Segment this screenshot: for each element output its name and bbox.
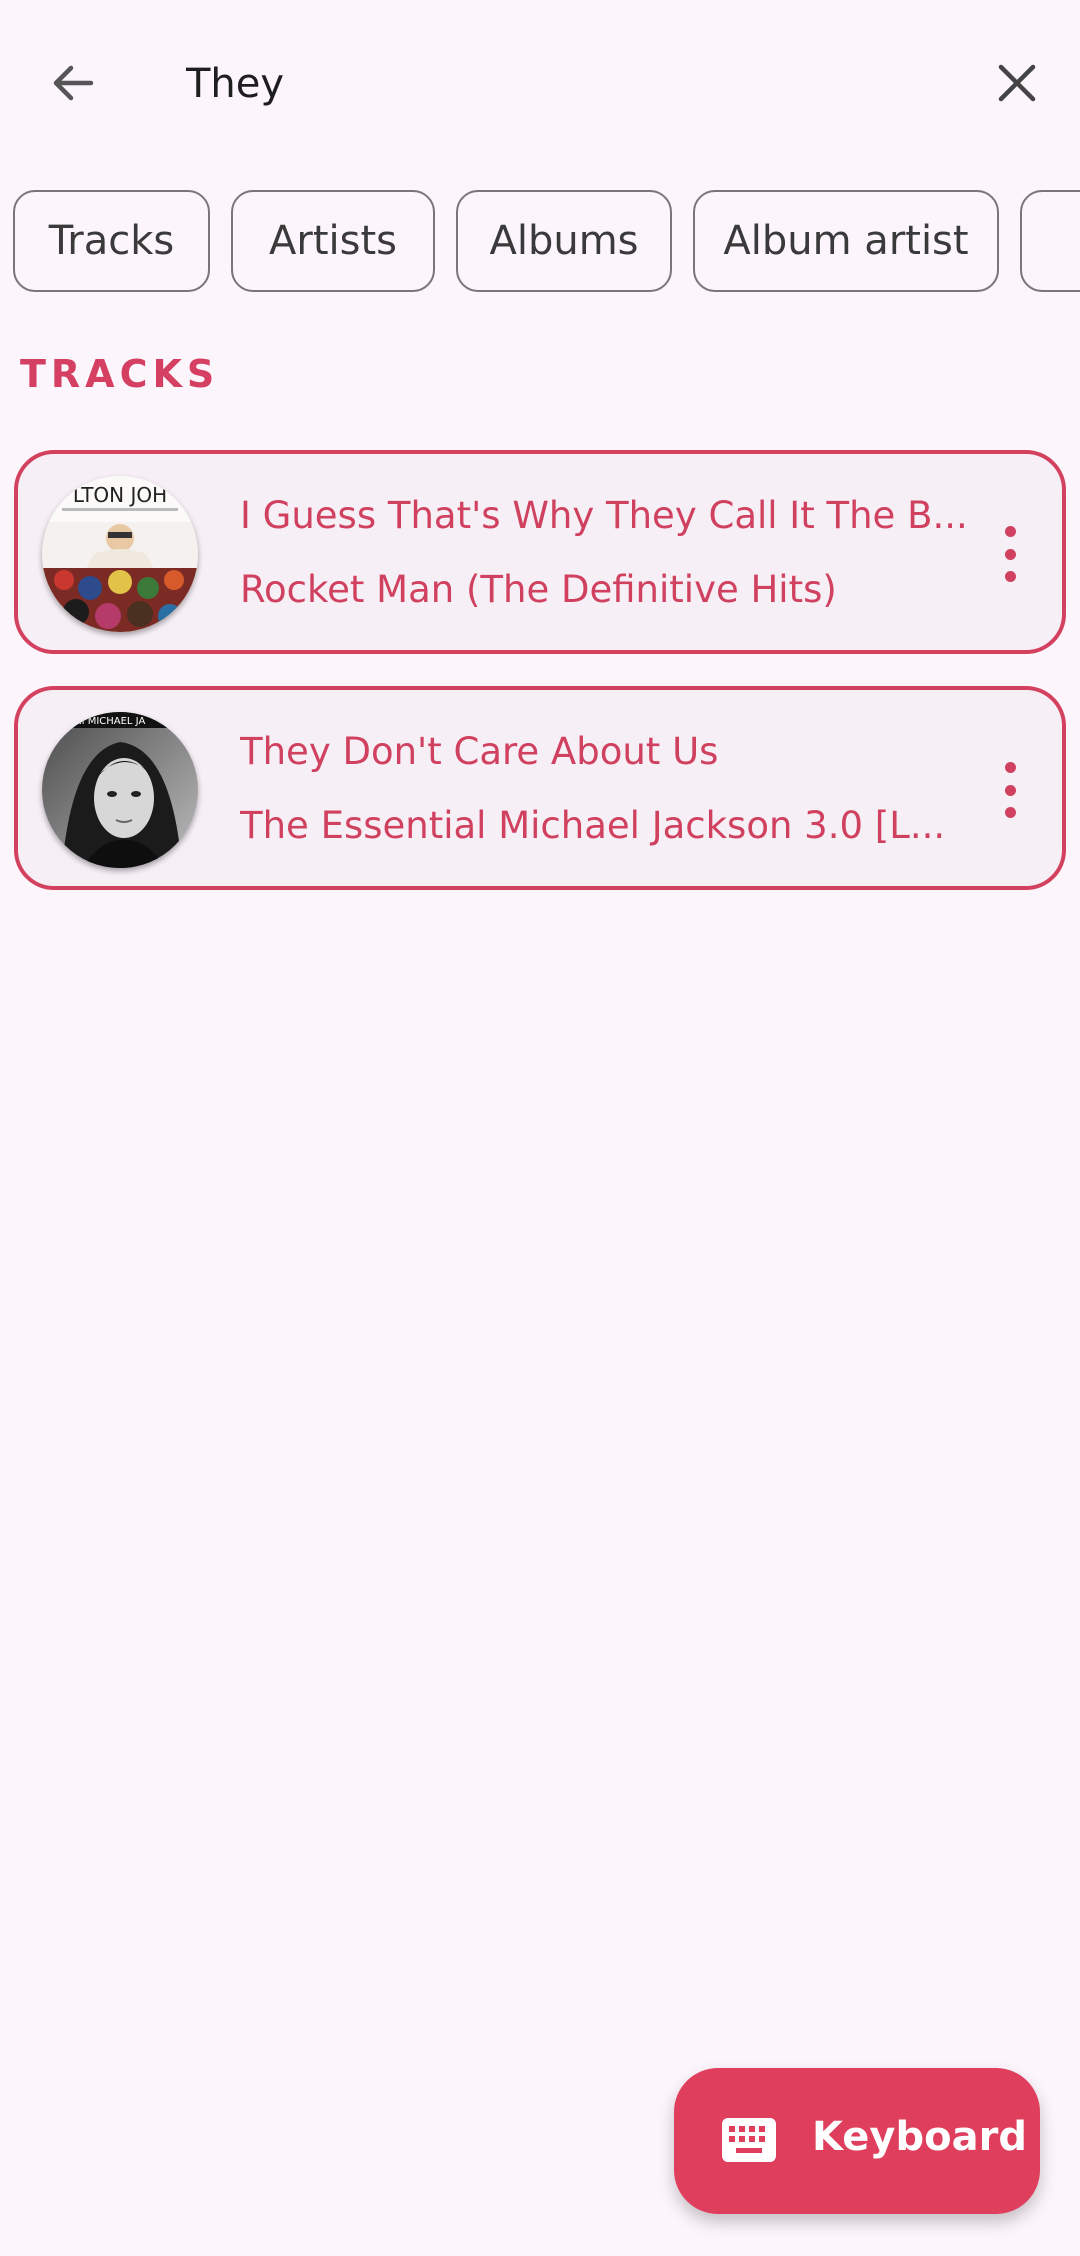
track-title: They Don't Care About Us bbox=[240, 730, 719, 773]
keyboard-button[interactable]: Keyboard bbox=[674, 2068, 1040, 2214]
album-cover: ssential MICHAEL JA bbox=[42, 712, 198, 868]
chip-label: Albums bbox=[489, 218, 639, 264]
chip-tracks[interactable]: Tracks bbox=[13, 190, 210, 292]
album-cover: LTON JOH bbox=[42, 476, 198, 632]
more-vert-icon bbox=[1004, 762, 1016, 773]
search-input[interactable] bbox=[186, 48, 946, 120]
chip-more[interactable] bbox=[1020, 190, 1080, 292]
keyboard-icon bbox=[722, 2118, 776, 2162]
search-bar bbox=[0, 0, 1080, 170]
cover-text: LTON JOH bbox=[73, 483, 167, 507]
more-vert-icon bbox=[1004, 526, 1016, 537]
arrow-left-icon bbox=[53, 65, 94, 101]
more-options-button[interactable] bbox=[992, 526, 1028, 582]
chip-artists[interactable]: Artists bbox=[231, 190, 435, 292]
close-icon bbox=[998, 64, 1036, 102]
chip-albums[interactable]: Albums bbox=[456, 190, 672, 292]
clear-search-button[interactable] bbox=[982, 48, 1052, 118]
track-item[interactable]: ssential MICHAEL JA They Don't Care Abou… bbox=[14, 686, 1066, 890]
track-album: Rocket Man (The Definitive Hits) bbox=[240, 568, 837, 611]
chip-label: Artists bbox=[269, 218, 397, 264]
more-options-button[interactable] bbox=[992, 762, 1028, 818]
track-album: The Essential Michael Jackson 3.0 [L... bbox=[240, 804, 946, 847]
track-title: I Guess That's Why They Call It The B... bbox=[240, 494, 968, 537]
chip-album-artist[interactable]: Album artist bbox=[693, 190, 999, 292]
track-item[interactable]: LTON JOH I Guess That's Why They Call It… bbox=[14, 450, 1066, 654]
filter-chips: Tracks Artists Albums Album artist bbox=[0, 190, 1080, 298]
back-button[interactable] bbox=[38, 48, 108, 118]
chip-label: Tracks bbox=[48, 218, 175, 264]
cover-text: ssential MICHAEL JA bbox=[46, 716, 145, 727]
keyboard-button-label: Keyboard bbox=[812, 2114, 1027, 2160]
chip-label: Album artist bbox=[723, 218, 969, 264]
section-title: TRACKS bbox=[20, 352, 220, 396]
